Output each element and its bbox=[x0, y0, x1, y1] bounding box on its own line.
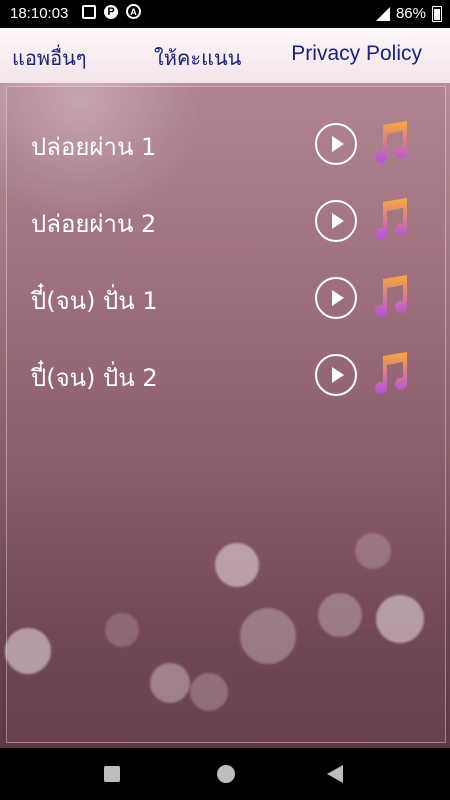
battery-icon bbox=[432, 5, 442, 22]
music-note-icon[interactable] bbox=[371, 350, 411, 396]
battery-percent: 86% bbox=[395, 5, 426, 22]
play-icon[interactable] bbox=[315, 123, 357, 165]
music-note-icon[interactable] bbox=[371, 273, 411, 319]
a-icon: A bbox=[126, 4, 141, 19]
p-icon: P bbox=[104, 4, 118, 19]
play-icon[interactable] bbox=[315, 277, 357, 319]
song-item[interactable]: ปล่อยผ่าน 2 bbox=[7, 190, 445, 250]
back-button[interactable] bbox=[327, 765, 343, 783]
play-icon[interactable] bbox=[315, 354, 357, 396]
top-menu: แอพอื่นๆ ให้คะแนน Privacy Policy bbox=[0, 28, 450, 83]
play-icon[interactable] bbox=[315, 200, 357, 242]
song-item[interactable]: ปี๋(จน) ปั่น 1 bbox=[7, 267, 445, 327]
music-note-icon[interactable] bbox=[371, 196, 411, 242]
status-bar: 18:10:03 P A 86% bbox=[0, 0, 450, 28]
privacy-policy-link[interactable]: Privacy Policy bbox=[291, 42, 422, 66]
status-time: 18:10:03 bbox=[10, 5, 69, 22]
signal-icon bbox=[375, 6, 390, 21]
home-button[interactable] bbox=[217, 765, 235, 783]
song-title: ปล่อยผ่าน 2 bbox=[31, 210, 157, 238]
music-note-icon[interactable] bbox=[371, 119, 411, 165]
status-right: 86% bbox=[375, 5, 442, 22]
recent-apps-button[interactable] bbox=[104, 766, 120, 782]
song-item[interactable]: ปี๋(จน) ปั่น 2 bbox=[7, 344, 445, 404]
rate-app-link[interactable]: ให้คะแนน bbox=[154, 42, 241, 74]
song-list-panel: ปล่อยผ่าน 1 ปล่อยผ่าน 2 ปี๋(จน) ปั่น 1 ป… bbox=[6, 86, 446, 743]
song-title: ปี๋(จน) ปั่น 1 bbox=[31, 287, 158, 315]
song-title: ปี๋(จน) ปั่น 2 bbox=[31, 364, 158, 392]
notification-icons: P A bbox=[82, 4, 141, 19]
navigation-bar bbox=[0, 748, 450, 800]
background-area: ปล่อยผ่าน 1 ปล่อยผ่าน 2 ปี๋(จน) ปั่น 1 ป… bbox=[0, 83, 450, 748]
photo-icon bbox=[82, 4, 96, 19]
other-apps-link[interactable]: แอพอื่นๆ bbox=[12, 42, 87, 74]
song-item[interactable]: ปล่อยผ่าน 1 bbox=[7, 113, 445, 173]
song-title: ปล่อยผ่าน 1 bbox=[31, 133, 157, 161]
